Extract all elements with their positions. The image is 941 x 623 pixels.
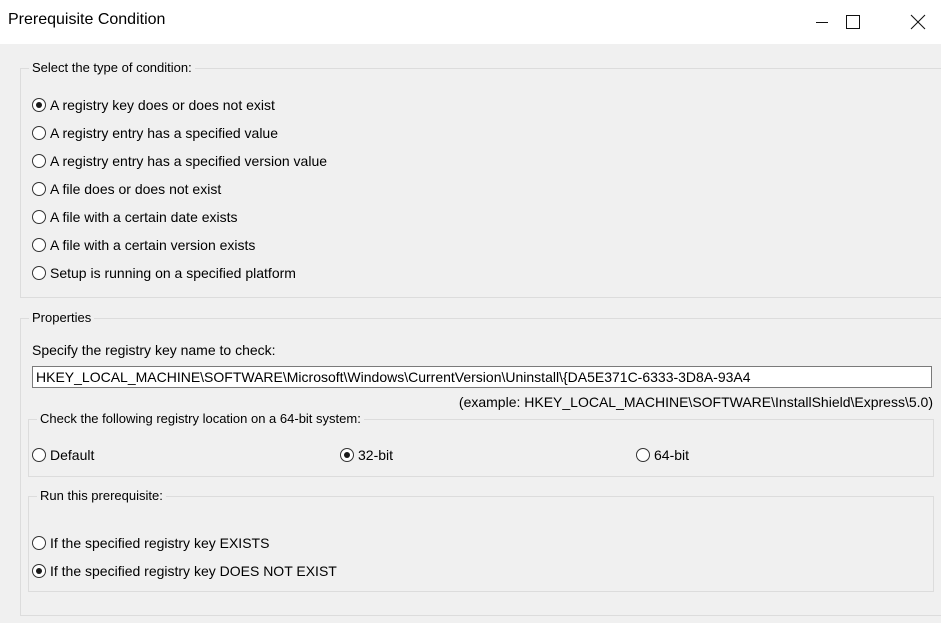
- radio-label: A registry key does or does not exist: [50, 97, 275, 113]
- radio-unchecked-icon[interactable]: [32, 536, 46, 550]
- window-title: Prerequisite Condition: [8, 11, 166, 28]
- registry-key-label: Specify the registry key name to check:: [32, 342, 276, 358]
- radio-dot: [36, 102, 42, 108]
- radio-unchecked-icon[interactable]: [32, 266, 46, 280]
- radio-registry-entry-value[interactable]: A registry entry has a specified value: [32, 122, 278, 144]
- maximize-button[interactable]: [830, 0, 876, 44]
- radio-dot: [36, 568, 42, 574]
- registry-location-group: Check the following registry location on…: [28, 411, 934, 477]
- radio-label: 64-bit: [654, 447, 690, 463]
- radio-platform[interactable]: Setup is running on a specified platform: [32, 262, 296, 284]
- radio-label: A file with a certain version exists: [50, 237, 256, 253]
- registry-location-legend: Check the following registry location on…: [40, 411, 361, 426]
- radio-unchecked-icon[interactable]: [32, 238, 46, 252]
- radio-label: Setup is running on a specified platform: [50, 265, 296, 281]
- radio-if-key-not-exist[interactable]: If the specified registry key DOES NOT E…: [32, 560, 337, 582]
- radio-unchecked-icon[interactable]: [32, 126, 46, 140]
- radio-checked-icon[interactable]: [32, 564, 46, 578]
- radio-unchecked-icon[interactable]: [636, 448, 650, 462]
- radio-label: A file with a certain date exists: [50, 209, 238, 225]
- close-icon: [910, 14, 926, 30]
- radio-unchecked-icon[interactable]: [32, 210, 46, 224]
- radio-label: Default: [50, 447, 95, 463]
- radio-registry-key-exists[interactable]: A registry key does or does not exist: [32, 94, 275, 116]
- radio-unchecked-icon[interactable]: [32, 448, 46, 462]
- radio-label: If the specified registry key DOES NOT E…: [50, 563, 337, 579]
- run-prerequisite-legend: Run this prerequisite:: [40, 488, 163, 503]
- maximize-icon: [846, 15, 860, 29]
- condition-type-legend: Select the type of condition:: [32, 60, 192, 75]
- close-button[interactable]: [895, 0, 941, 44]
- radio-label: A registry entry has a specified version…: [50, 153, 328, 169]
- dialog-content: Select the type of condition: A registry…: [0, 44, 941, 623]
- radio-file-version[interactable]: A file with a certain version exists: [32, 234, 255, 256]
- radio-file-exists[interactable]: A file does or does not exist: [32, 178, 221, 200]
- radio-unchecked-icon[interactable]: [32, 182, 46, 196]
- radio-label: If the specified registry key EXISTS: [50, 535, 270, 551]
- radio-unchecked-icon[interactable]: [32, 154, 46, 168]
- radio-label: 32-bit: [358, 447, 394, 463]
- radio-dot: [344, 452, 350, 458]
- properties-legend: Properties: [32, 310, 92, 325]
- minimize-icon: [816, 16, 828, 28]
- title-bar: Prerequisite Condition: [0, 0, 941, 44]
- radio-checked-icon[interactable]: [32, 98, 46, 112]
- radio-checked-icon[interactable]: [340, 448, 354, 462]
- registry-key-input[interactable]: HKEY_LOCAL_MACHINE\SOFTWARE\Microsoft\Wi…: [32, 366, 932, 388]
- radio-registry-entry-version[interactable]: A registry entry has a specified version…: [32, 150, 327, 172]
- radio-file-date[interactable]: A file with a certain date exists: [32, 206, 238, 228]
- radio-64-bit[interactable]: 64-bit: [636, 444, 689, 466]
- radio-32-bit[interactable]: 32-bit: [340, 444, 393, 466]
- radio-if-key-exists[interactable]: If the specified registry key EXISTS: [32, 532, 269, 554]
- radio-label: A file does or does not exist: [50, 181, 222, 197]
- example-text: (example: HKEY_LOCAL_MACHINE\SOFTWARE\In…: [458, 394, 933, 410]
- radio-default[interactable]: Default: [32, 444, 94, 466]
- radio-label: A registry entry has a specified value: [50, 125, 279, 141]
